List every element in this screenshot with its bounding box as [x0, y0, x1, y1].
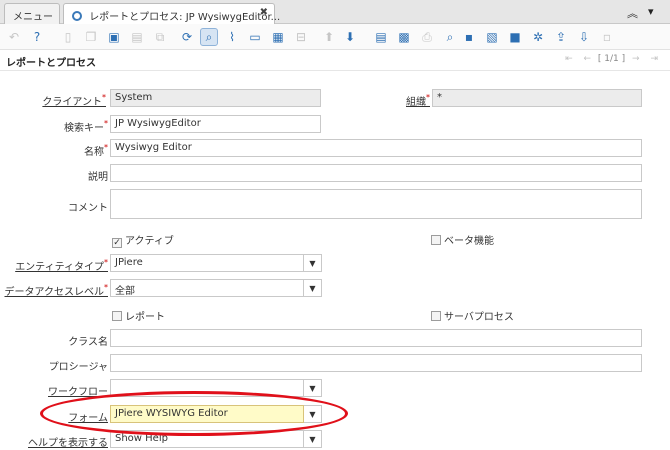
show-help-select[interactable]: Show Help	[110, 430, 304, 448]
refresh-icon[interactable]: ⟳	[178, 28, 196, 46]
description-field[interactable]	[110, 164, 642, 182]
archive-icon[interactable]: ▩	[395, 28, 413, 46]
collapse-icon[interactable]: ︽	[627, 5, 638, 21]
next-record-icon[interactable]: →	[632, 54, 640, 64]
tab-active-label: レポートとプロセス: JP WysiwygEditor...	[89, 12, 281, 23]
first-record-icon[interactable]: ⇤	[565, 54, 573, 64]
chevron-down-icon[interactable]: ▼	[304, 279, 322, 297]
client-field[interactable]: System	[110, 89, 321, 107]
chat-icon[interactable]: ▭	[246, 28, 264, 46]
procedure-field[interactable]	[110, 354, 642, 372]
chevron-down-icon[interactable]: ▼	[304, 405, 322, 423]
record-counter: [ 1/1 ]	[597, 54, 626, 64]
workflow-label[interactable]: ワークフロー	[48, 383, 108, 398]
chevron-down-icon[interactable]: ▾	[648, 5, 654, 18]
entity-type-label[interactable]: エンティティタイプ*	[15, 258, 108, 273]
record-pager: ⇤ ← [ 1/1 ] → ⇥	[561, 54, 662, 64]
search-key-field[interactable]: JP WysiwygEditor	[110, 115, 321, 133]
org-label[interactable]: 組織*	[406, 93, 430, 108]
customize-icon[interactable]: ▫	[598, 28, 616, 46]
prev-record-icon[interactable]: ←	[584, 54, 592, 64]
tab-menu[interactable]: メニュー	[4, 3, 60, 24]
description-label: 説明	[88, 172, 108, 183]
checkbox-box	[112, 311, 122, 321]
checkbox-box	[431, 235, 441, 245]
toolbar: ↶ ? ▯ ❐ ▣ ▤ ⧉ ⟳ ⌕ ⌇ ▭ ▦ ⊟ ⬆ ⬇ ▤ ▩ ⎙ ⌕ ▪ …	[0, 24, 670, 50]
gear-icon	[72, 11, 82, 21]
comment-textarea[interactable]	[110, 189, 642, 219]
print-icon[interactable]: ⎙	[418, 28, 436, 46]
procedure-label: プロシージャ	[48, 362, 108, 373]
delete-icon[interactable]: ▤	[128, 28, 146, 46]
report-checkbox[interactable]: レポート	[112, 308, 165, 323]
find-icon[interactable]: ⌕	[200, 28, 218, 46]
arrow-up-icon[interactable]: ⬆	[320, 28, 338, 46]
search-key-label: 検索キー*	[64, 119, 108, 134]
import-icon[interactable]: ⇩	[575, 28, 593, 46]
save-icon[interactable]: ▣	[105, 28, 123, 46]
arrow-down-icon[interactable]: ⬇	[341, 28, 359, 46]
process-icon[interactable]: ✲	[529, 28, 547, 46]
show-help-label[interactable]: ヘルプを表示する	[28, 434, 108, 449]
name-field[interactable]: Wysiwyg Editor	[110, 139, 642, 157]
workflow-select[interactable]	[110, 379, 304, 397]
copy-record-icon[interactable]: ❐	[82, 28, 100, 46]
chevron-down-icon[interactable]: ▼	[304, 379, 322, 397]
active-workflows-icon[interactable]: ■	[506, 28, 524, 46]
name-label: 名称*	[84, 143, 108, 158]
data-access-label[interactable]: データアクセスレベル*	[5, 283, 109, 298]
tab-bar: メニュー レポートとプロセス: JP WysiwygEditor... ✖ ︽ …	[0, 0, 670, 25]
detail-icon[interactable]: ⊟	[292, 28, 310, 46]
check-icon: ✓	[112, 238, 122, 248]
chevron-down-icon[interactable]: ▼	[304, 430, 322, 448]
last-record-icon[interactable]: ⇥	[650, 54, 658, 64]
close-icon[interactable]: ✖	[260, 7, 268, 18]
tab-menu-label: メニュー	[13, 12, 53, 23]
beta-checkbox[interactable]: ベータ機能	[431, 232, 494, 247]
attachment-icon[interactable]: ⌇	[223, 28, 241, 46]
help-icon[interactable]: ?	[28, 28, 46, 46]
new-record-icon[interactable]: ▯	[59, 28, 77, 46]
data-access-select[interactable]: 全部	[110, 279, 304, 297]
comment-label: コメント	[68, 203, 108, 214]
entity-type-select[interactable]: JPiere	[110, 254, 304, 272]
org-field[interactable]: *	[432, 89, 642, 107]
client-label[interactable]: クライアント*	[42, 93, 106, 108]
page-title: レポートとプロセス	[6, 58, 96, 69]
server-process-checkbox[interactable]: サーバプロセス	[431, 308, 514, 323]
workflow-icon[interactable]: ▪	[460, 28, 478, 46]
product-info-icon[interactable]: ▧	[483, 28, 501, 46]
report-icon[interactable]: ▤	[372, 28, 390, 46]
class-name-label: クラス名	[68, 337, 108, 348]
export-icon[interactable]: ⇪	[552, 28, 570, 46]
form-select[interactable]: JPiere WYSIWYG Editor	[110, 405, 304, 423]
checkbox-box	[431, 311, 441, 321]
class-name-field[interactable]	[110, 329, 642, 347]
tab-report-process[interactable]: レポートとプロセス: JP WysiwygEditor... ✖	[63, 3, 280, 25]
active-checkbox[interactable]: ✓ アクティブ	[112, 232, 174, 248]
copy-icon[interactable]: ⧉	[151, 28, 169, 46]
grid-toggle-icon[interactable]: ▦	[269, 28, 287, 46]
zoom-across-icon[interactable]: ⌕	[441, 28, 459, 46]
undo-icon[interactable]: ↶	[5, 28, 23, 46]
chevron-down-icon[interactable]: ▼	[304, 254, 322, 272]
form-label[interactable]: フォーム	[68, 409, 108, 424]
